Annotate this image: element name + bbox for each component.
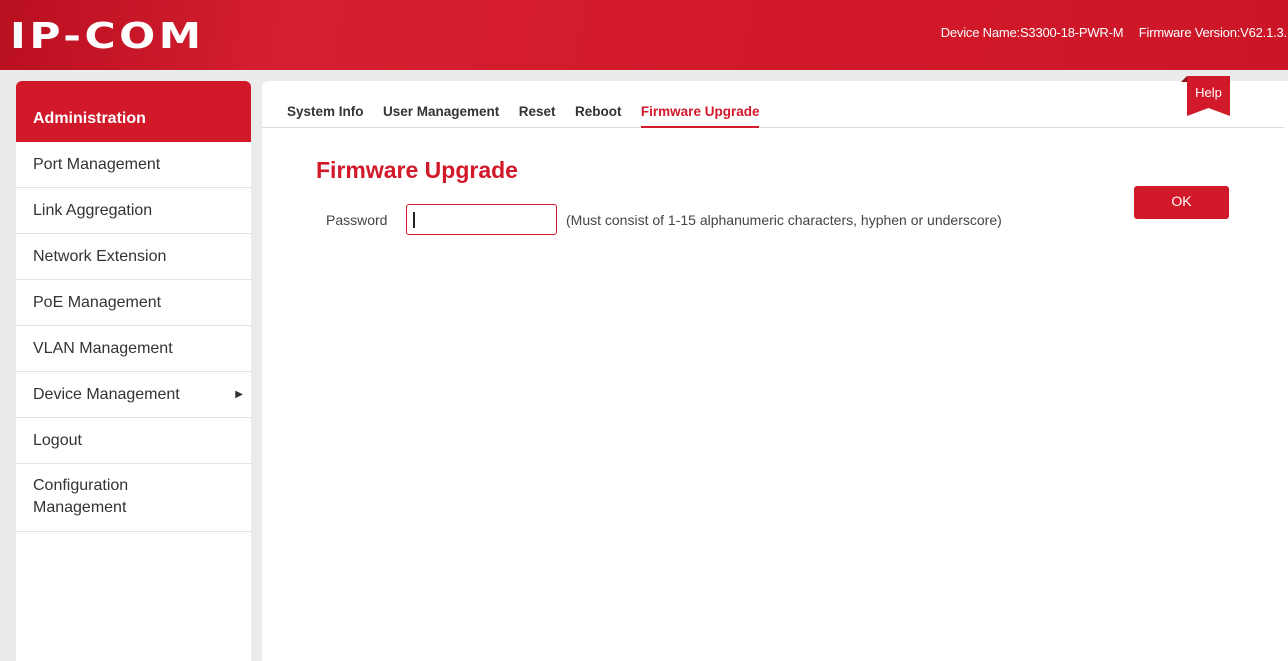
tab-bar: System Info User Management Reset Reboot… bbox=[262, 99, 1284, 128]
tab-firmware-upgrade[interactable]: Firmware Upgrade bbox=[640, 99, 760, 128]
tab-reset[interactable]: Reset bbox=[519, 99, 556, 128]
sidebar-heading[interactable]: Administration bbox=[16, 81, 251, 142]
sidebar-item-port-management[interactable]: Port Management bbox=[16, 142, 251, 188]
password-label: Password bbox=[326, 212, 388, 228]
text-cursor bbox=[413, 212, 415, 228]
sidebar-item-link-aggregation[interactable]: Link Aggregation bbox=[16, 188, 251, 234]
sidebar-item-poe-management[interactable]: PoE Management bbox=[16, 280, 251, 326]
submenu-arrow-icon: ▶ bbox=[235, 389, 243, 400]
tab-user-management[interactable]: User Management bbox=[383, 99, 499, 128]
main-panel: System Info User Management Reset Reboot… bbox=[262, 76, 1288, 661]
password-hint: (Must consist of 1-15 alphanumeric chara… bbox=[566, 212, 1002, 228]
sidebar-item-network-extension[interactable]: Network Extension bbox=[16, 234, 251, 280]
sidebar-item-label: Network Extension bbox=[33, 248, 167, 265]
tab-reboot[interactable]: Reboot bbox=[575, 99, 622, 128]
sidebar-item-label: Port Management bbox=[33, 156, 161, 173]
ip-com-logo: IP-COM bbox=[10, 16, 205, 57]
device-name-text: Device Name:S3300-18-PWR-M bbox=[940, 25, 1124, 40]
sidebar-item-label: VLAN Management bbox=[33, 340, 173, 357]
ok-button[interactable]: OK bbox=[1134, 186, 1229, 219]
sidebar-item-label: Link Aggregation bbox=[33, 202, 153, 219]
firmware-version-text: Firmware Version:V62.1.3.1 bbox=[1138, 25, 1288, 40]
help-ribbon-fold bbox=[1181, 76, 1187, 82]
device-info: Device Name:S3300-18-PWR-M Firmware Vers… bbox=[941, 25, 1288, 40]
sidebar-item-logout[interactable]: Logout bbox=[16, 418, 251, 464]
sidebar-menu: Administration Port Management Link Aggr… bbox=[16, 81, 251, 661]
top-header: IP-COM Device Name:S3300-18-PWR-M Firmwa… bbox=[0, 0, 1288, 70]
sidebar-item-label: Device Management bbox=[33, 386, 180, 403]
sidebar-item-label: Logout bbox=[33, 432, 82, 449]
sidebar-item-device-management[interactable]: Device Management ▶ bbox=[16, 372, 251, 418]
tab-system-info[interactable]: System Info bbox=[287, 99, 364, 128]
sidebar-item-label: PoE Management bbox=[33, 294, 162, 311]
sidebar-item-vlan-management[interactable]: VLAN Management bbox=[16, 326, 251, 372]
page-title: Firmware Upgrade bbox=[316, 157, 518, 183]
sidebar-item-configuration-management[interactable]: Configuration Management bbox=[16, 464, 251, 532]
sidebar-item-label: Configuration Management bbox=[33, 477, 129, 516]
password-input[interactable] bbox=[406, 204, 557, 235]
